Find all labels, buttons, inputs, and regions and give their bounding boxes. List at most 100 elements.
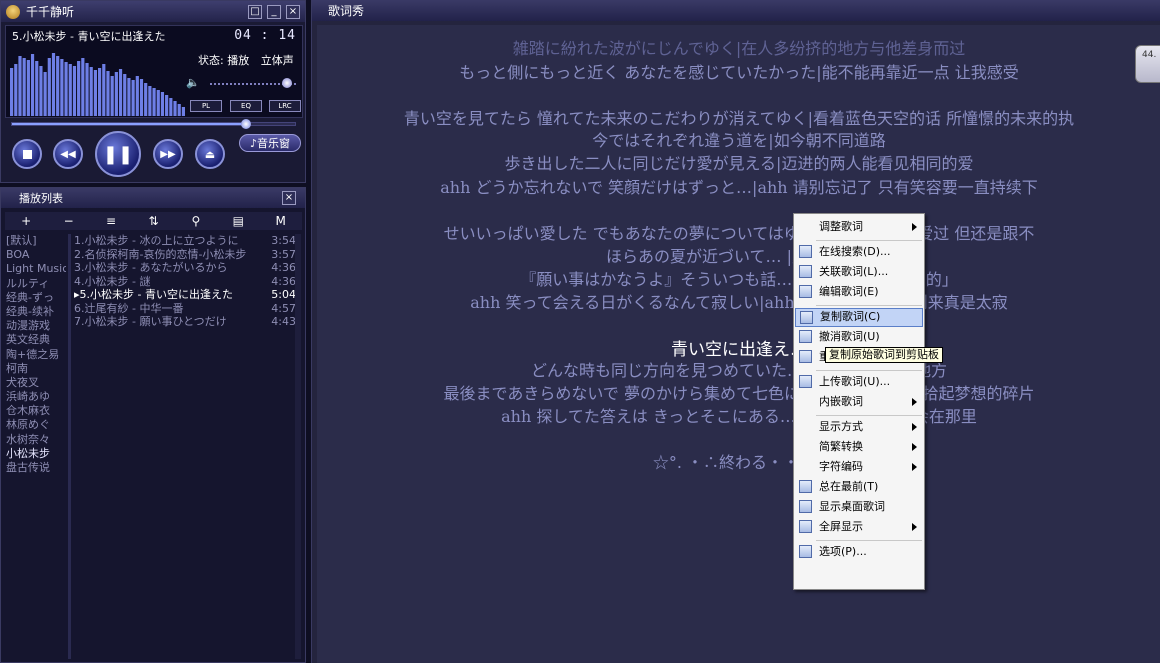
spectrum-bar [56, 56, 60, 116]
track-name: 7.小松未步 - 願い事ひとつだけ [74, 315, 227, 328]
menu-item[interactable]: 全屏显示 [795, 518, 923, 537]
menu-item[interactable]: 字符编码 [795, 458, 923, 477]
sort-icon[interactable]: ⇅ [143, 214, 163, 228]
spectrum-bar [22, 58, 26, 116]
playlist-group[interactable]: 陶+德之易 [6, 348, 66, 362]
track-row[interactable]: 4.小松未步 - 謎 4:36 [74, 275, 296, 289]
playlist-titlebar[interactable]: 播放列表 × [1, 188, 305, 208]
playlist-group[interactable]: 英文经典 [6, 333, 66, 347]
remove-icon[interactable]: − [59, 214, 79, 228]
playlist-group[interactable]: ルルティ [6, 277, 66, 291]
volume-icon[interactable]: 🔈 [186, 76, 200, 89]
playlist-toggle-button[interactable]: PL [190, 100, 222, 112]
pane-divider[interactable] [68, 234, 71, 659]
song-title: 5.小松未步 - 青い空に出逢えた [12, 30, 166, 43]
playlist-group[interactable]: 水树奈々 [6, 433, 66, 447]
menu-item-label: 全屏显示 [819, 520, 863, 533]
next-button[interactable]: ▶▶ [153, 139, 183, 169]
pause-icon: ❚❚ [102, 143, 134, 165]
menu-item[interactable]: 总在最前(T) [795, 478, 923, 497]
playlist-group[interactable]: 经典-ずっ [6, 291, 66, 305]
menu-item[interactable]: 编辑歌词(E) [795, 283, 923, 302]
lyric-display[interactable]: 44. 雑踏に紛れた波がにじんでゆく|在人多纷挤的地方与他差身而过 もっと側にもっ… [317, 25, 1160, 663]
lyric-line: どんな時も同じ方向を見つめていた…想注视着同一个地方 [530, 361, 947, 380]
playlist-group[interactable]: 林原めぐ [6, 418, 66, 432]
menu-item[interactable]: 简繁转换 [795, 438, 923, 457]
menu-item[interactable]: 上传歌词(U)... [795, 373, 923, 392]
playlist-close-button[interactable]: × [282, 191, 296, 205]
playlist-group[interactable]: 动漫游戏 [6, 319, 66, 333]
previous-button[interactable]: ◀◀ [53, 139, 83, 169]
track-duration: 5:04 [271, 288, 296, 301]
add-icon[interactable]: + [16, 214, 36, 228]
spectrum-visualizer[interactable] [10, 52, 186, 116]
submenu-arrow-icon [912, 398, 917, 406]
eject-button[interactable]: ⏏ [195, 139, 225, 169]
menu-item[interactable]: 显示桌面歌词 [795, 498, 923, 517]
track-row[interactable]: 3.小松未步 - あなたがいるから 4:36 [74, 261, 296, 275]
spectrum-bar [98, 68, 102, 116]
playlist-scrollbar[interactable] [295, 234, 301, 659]
menu-item[interactable]: 调整歌词 [795, 218, 923, 237]
menu-item[interactable]: 显示方式 [795, 418, 923, 437]
undo-icon [799, 330, 812, 343]
volume-knob[interactable] [282, 78, 292, 88]
playlist-group[interactable]: Light Music [6, 262, 66, 276]
playlist-group[interactable]: [默认] [6, 234, 66, 248]
playlist-group[interactable]: 柯南 [6, 362, 66, 376]
search-lyric-icon [799, 245, 812, 258]
stop-button[interactable] [12, 139, 42, 169]
menu-item-label: 在线搜索(D)... [819, 245, 891, 258]
pause-button[interactable]: ❚❚ [95, 131, 141, 177]
spectrum-bar [169, 98, 173, 116]
track-row[interactable]: ▸5.小松未步 - 青い空に出逢えた 5:04 [74, 288, 296, 302]
track-name: 1.小松未步 - 冰の上に立つように [74, 234, 239, 247]
playlist-group[interactable]: 经典-续补 [6, 305, 66, 319]
playlist-group[interactable]: 仓木麻衣 [6, 404, 66, 418]
menu-item[interactable]: 在线搜索(D)... [795, 243, 923, 262]
track-duration: 3:54 [271, 234, 296, 247]
spectrum-bar [64, 62, 68, 116]
mode-icon[interactable]: M [271, 214, 291, 228]
minimize-button[interactable]: _ [267, 4, 281, 19]
playlist-group[interactable]: 浜崎あゆ [6, 390, 66, 404]
link-lyric-icon [799, 265, 812, 278]
player-titlebar[interactable]: 千千静听 □ _ × [1, 1, 305, 22]
track-name: 4.小松未步 - 謎 [74, 274, 151, 288]
seek-knob[interactable] [241, 119, 251, 129]
music-window-button[interactable]: ♪音乐窗 [239, 134, 301, 152]
playlist-group[interactable]: 小松未步 [6, 447, 66, 461]
spectrum-bar [81, 58, 85, 116]
options-icon [799, 545, 812, 558]
track-row[interactable]: 6.辻尾有紗 - 中华一番 4:57 [74, 302, 296, 316]
lyric-toggle-button[interactable]: LRC [269, 100, 301, 112]
elapsed-time[interactable]: 04 : 14 [234, 28, 296, 43]
playlist-group[interactable]: 盘古传说 [6, 461, 66, 475]
menu-item[interactable]: 内嵌歌词 [795, 393, 923, 412]
close-button[interactable]: × [286, 4, 300, 19]
spectrum-bar [114, 72, 118, 116]
list-icon[interactable]: ≡ [101, 214, 121, 228]
file-icon[interactable]: ▤ [228, 214, 248, 228]
spectrum-bar [10, 68, 14, 116]
menu-divider [816, 540, 922, 541]
track-row[interactable]: 7.小松未步 - 願い事ひとつだけ 4:43 [74, 315, 296, 329]
playlist-group[interactable]: BOA [6, 248, 66, 262]
track-name: 3.小松未步 - あなたがいるから [74, 261, 228, 274]
lyric-titlebar[interactable]: 歌词秀 [312, 0, 1160, 21]
track-row[interactable]: 1.小松未步 - 冰の上に立つように 3:54 [74, 234, 296, 248]
search-icon[interactable]: ⚲ [186, 214, 206, 228]
playlist-group[interactable]: 犬夜叉 [6, 376, 66, 390]
spectrum-bar [89, 67, 93, 116]
restore-button[interactable]: □ [248, 4, 262, 19]
menu-item[interactable]: 复制歌词(C) [795, 308, 923, 327]
menu-item-label: 上传歌词(U)... [819, 375, 891, 388]
menu-item[interactable]: 选项(P)... [795, 543, 923, 562]
equalizer-toggle-button[interactable]: EQ [230, 100, 262, 112]
track-row[interactable]: 2.名侦探柯南-哀伤的恋情-小松未步 3:57 [74, 248, 296, 262]
lyric-line: ahh 探してた答えは きっとそこにある…寻找的答案 一定会在那里 [501, 407, 977, 426]
menu-item[interactable]: 关联歌词(L)... [795, 263, 923, 282]
menu-item[interactable]: 撤消歌词(U) [795, 328, 923, 347]
seek-bar[interactable] [11, 122, 296, 126]
forward-icon: ▶▶ [160, 148, 176, 160]
